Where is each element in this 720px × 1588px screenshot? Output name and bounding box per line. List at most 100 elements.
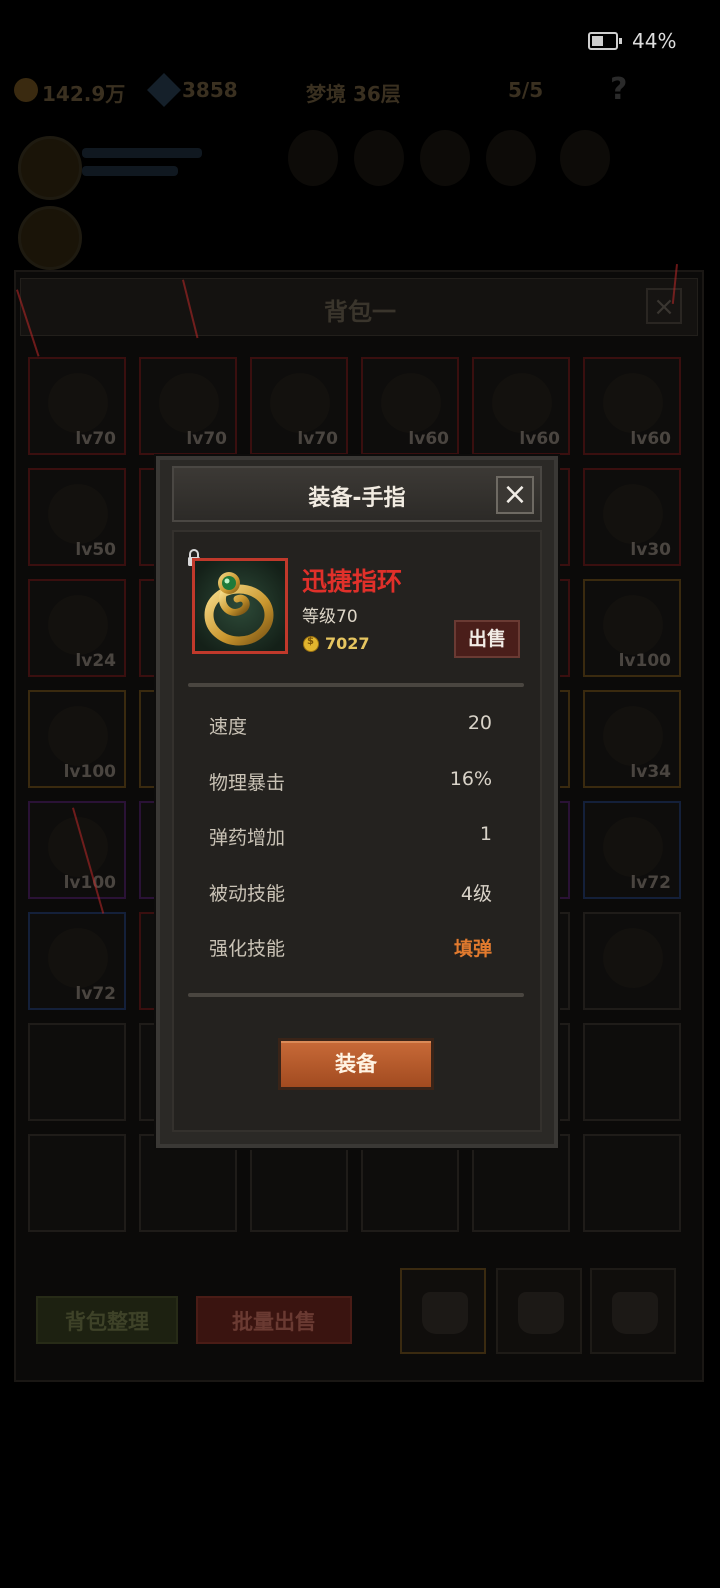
item-icon (48, 706, 108, 766)
sell-button[interactable]: 出售 (454, 620, 520, 658)
stat-value: 16% (449, 768, 492, 790)
backpack-icon (518, 1292, 564, 1334)
item-icon (48, 595, 108, 655)
inventory-slot[interactable]: lv60 (361, 357, 459, 455)
inventory-slot[interactable]: lv100 (28, 801, 126, 899)
inventory-slot[interactable]: lv100 (28, 690, 126, 788)
battery-fill (592, 36, 603, 46)
item-level-label: lv60 (630, 429, 671, 449)
gold-amount: 142.9万 (42, 82, 126, 106)
divider (188, 683, 524, 687)
bag-tab-2[interactable] (496, 1268, 582, 1354)
modal-title: 装备-手指 (308, 486, 406, 511)
bag-tab-3[interactable] (590, 1268, 676, 1354)
inventory-slot[interactable] (28, 1023, 126, 1121)
stat-value: 4级 (460, 883, 492, 905)
equip-slot-body[interactable] (420, 130, 470, 186)
inventory-slot[interactable]: lv30 (583, 468, 681, 566)
item-icon (603, 928, 663, 988)
inventory-slot[interactable] (583, 1134, 681, 1232)
inventory-slot[interactable]: lv70 (28, 357, 126, 455)
inventory-slot[interactable] (583, 912, 681, 1010)
equip-slot-head[interactable] (288, 130, 338, 186)
item-level-label: lv24 (75, 651, 116, 671)
item-level-label: lv34 (630, 762, 671, 782)
item-icon-frame (192, 558, 288, 654)
coin-icon (303, 636, 319, 652)
item-level: 等级70 (302, 607, 358, 627)
pet-avatar[interactable] (18, 206, 82, 270)
keys-count: 5/5 (508, 78, 544, 102)
item-level-label: lv72 (75, 984, 116, 1004)
inventory-slot[interactable] (472, 1134, 570, 1232)
item-icon (381, 373, 441, 433)
stat-label: 强化技能 (209, 938, 286, 960)
bag-tab-1[interactable] (400, 1268, 486, 1354)
inventory-slot[interactable] (250, 1134, 348, 1232)
inventory-slot[interactable]: lv34 (583, 690, 681, 788)
item-icon (492, 373, 552, 433)
inventory-slot[interactable] (583, 1023, 681, 1121)
ring-icon (195, 561, 285, 651)
item-icon (603, 706, 663, 766)
item-level-label: lv100 (63, 762, 116, 782)
backpack-title: 背包一 (324, 298, 396, 326)
item-level-label: lv100 (63, 873, 116, 893)
item-level-label: lv60 (519, 429, 560, 449)
inventory-slot[interactable]: lv60 (583, 357, 681, 455)
sort-button[interactable]: 背包整理 (36, 1296, 178, 1344)
item-level-label: lv70 (297, 429, 338, 449)
item-icon (603, 373, 663, 433)
stage-label: 梦境 36层 (306, 82, 401, 106)
gem-amount: 3858 (182, 78, 238, 102)
inventory-slot[interactable]: lv72 (28, 912, 126, 1010)
inventory-slot[interactable]: lv24 (28, 579, 126, 677)
stat-label: 弹药增加 (209, 827, 286, 849)
stat-value: 20 (467, 712, 492, 734)
backpack-icon (612, 1292, 658, 1334)
item-icon (48, 373, 108, 433)
equip-slot-weapon[interactable] (354, 130, 404, 186)
battery-percent: 44% (632, 29, 677, 53)
inventory-slot[interactable] (28, 1134, 126, 1232)
equip-slot-gloves[interactable] (486, 130, 536, 186)
stat-label: 物理暴击 (209, 772, 286, 794)
item-level-label: lv50 (75, 540, 116, 560)
item-level-label: lv100 (618, 651, 671, 671)
hp-bar (82, 148, 202, 158)
xp-bar (82, 166, 178, 176)
stat-value: 填弹 (453, 938, 492, 960)
item-level-label: lv70 (186, 429, 227, 449)
modal-close-button[interactable]: × (496, 476, 534, 514)
inventory-slot[interactable]: lv60 (472, 357, 570, 455)
item-price: 7027 (325, 634, 370, 653)
equip-slot-ring[interactable] (560, 130, 610, 186)
item-icon (48, 484, 108, 544)
battery-icon (588, 32, 622, 50)
inventory-slot[interactable]: lv70 (139, 357, 237, 455)
inventory-slot[interactable]: lv72 (583, 801, 681, 899)
inventory-slot[interactable]: lv100 (583, 579, 681, 677)
stat-value: 1 (479, 823, 492, 845)
backpack-icon (422, 1292, 468, 1334)
inventory-slot[interactable]: lv70 (250, 357, 348, 455)
item-icon (270, 373, 330, 433)
inventory-slot[interactable] (361, 1134, 459, 1232)
bulk-sell-button[interactable]: 批量出售 (196, 1296, 352, 1344)
hero-avatar[interactable] (18, 136, 82, 200)
equip-button[interactable]: 装备 (278, 1038, 434, 1090)
item-icon (159, 373, 219, 433)
item-name: 迅捷指环 (302, 567, 403, 596)
item-icon (603, 484, 663, 544)
item-icon (48, 928, 108, 988)
item-icon (603, 817, 663, 877)
backpack-close-button[interactable]: × (646, 288, 682, 324)
stat-label: 速度 (209, 716, 248, 738)
inventory-slot[interactable] (139, 1134, 237, 1232)
divider (188, 993, 524, 997)
stat-label: 被动技能 (209, 883, 286, 905)
inventory-slot[interactable]: lv50 (28, 468, 126, 566)
item-level-label: lv70 (75, 429, 116, 449)
help-button[interactable]: ? (610, 72, 627, 107)
item-icon (603, 595, 663, 655)
